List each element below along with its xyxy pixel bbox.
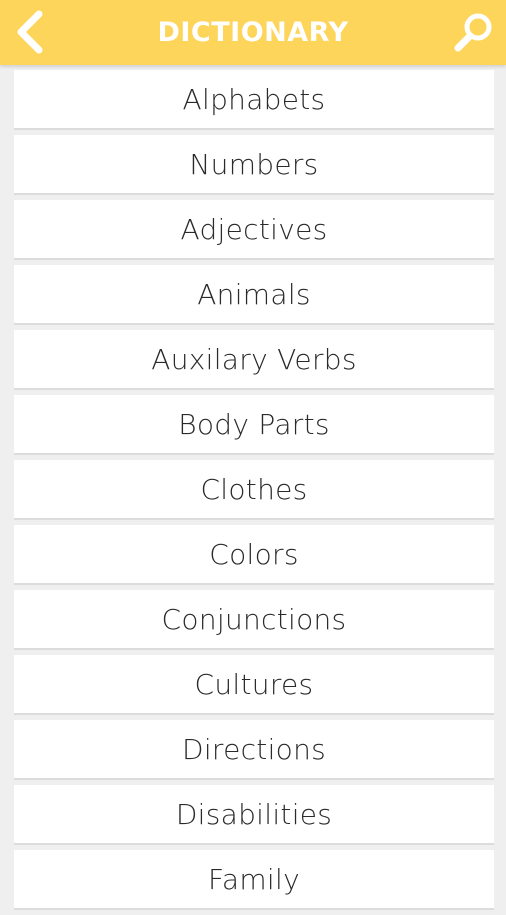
category-label: Alphabets — [182, 82, 326, 116]
category-label: Family — [208, 862, 300, 896]
app-bar: DICTIONARY — [0, 0, 506, 65]
category-item-conjunctions[interactable]: Conjunctions — [14, 590, 494, 648]
category-label: Conjunctions — [161, 602, 347, 636]
category-list: Alphabets Numbers Adjectives Animals Aux… — [14, 70, 494, 915]
category-label: Cultures — [194, 667, 314, 701]
category-item-alphabets[interactable]: Alphabets — [14, 70, 494, 128]
search-icon — [454, 13, 492, 52]
category-label: Animals — [197, 277, 311, 311]
category-item-colors[interactable]: Colors — [14, 525, 494, 583]
category-label: Adjectives — [180, 212, 328, 246]
category-item-directions[interactable]: Directions — [14, 720, 494, 778]
category-label: Numbers — [189, 147, 319, 181]
category-item-adjectives[interactable]: Adjectives — [14, 200, 494, 258]
chevron-left-icon — [17, 10, 43, 54]
category-label: Colors — [209, 537, 299, 571]
page-title: DICTIONARY — [157, 17, 349, 48]
category-label: Directions — [181, 732, 327, 766]
category-item-clothes[interactable]: Clothes — [14, 460, 494, 518]
category-item-auxilary-verbs[interactable]: Auxilary Verbs — [14, 330, 494, 388]
category-item-family[interactable]: Family — [14, 850, 494, 908]
category-item-animals[interactable]: Animals — [14, 265, 494, 323]
category-item-disabilities[interactable]: Disabilities — [14, 785, 494, 843]
category-label: Clothes — [200, 472, 308, 506]
category-item-cultures[interactable]: Cultures — [14, 655, 494, 713]
category-label: Auxilary Verbs — [151, 342, 357, 376]
category-label: Disabilities — [175, 797, 333, 831]
search-button[interactable] — [448, 4, 500, 60]
category-item-body-parts[interactable]: Body Parts — [14, 395, 494, 453]
category-item-numbers[interactable]: Numbers — [14, 135, 494, 193]
category-label: Body Parts — [178, 407, 330, 441]
back-button[interactable] — [4, 4, 56, 60]
